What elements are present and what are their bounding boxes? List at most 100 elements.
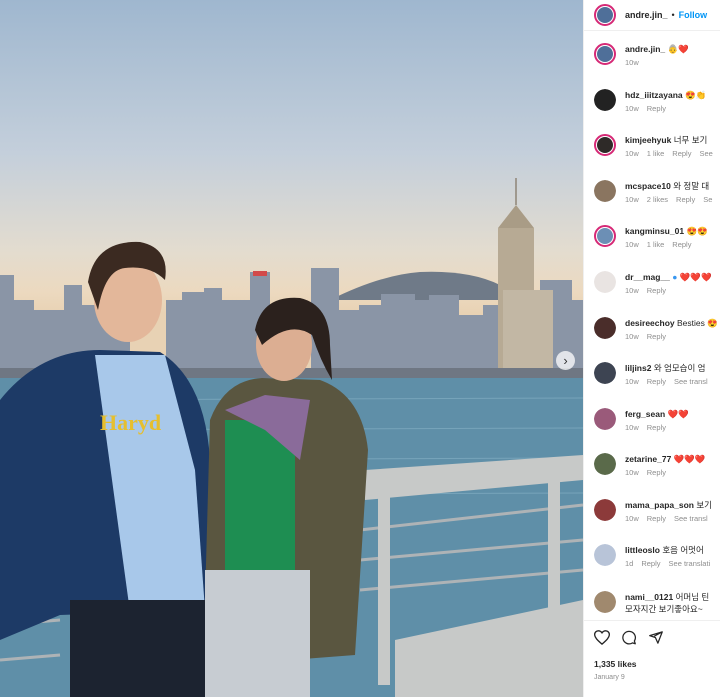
reply-button[interactable]: Reply	[672, 240, 691, 249]
like-count[interactable]: 1,335 likes	[594, 659, 637, 669]
comment-item: kangminsu_01 😍😍 10w 1 like Reply	[584, 225, 720, 250]
commenter-avatar[interactable]	[594, 362, 616, 384]
comment-text: 호음 어멋어	[662, 545, 704, 555]
commenter-avatar[interactable]	[594, 225, 616, 247]
comment-time: 10w	[625, 423, 639, 432]
comment-time: 10w	[625, 377, 639, 386]
post-header: andre.jin_ • Follow	[584, 0, 720, 31]
share-icon[interactable]	[648, 630, 664, 650]
comment-username[interactable]: nami__0121	[625, 592, 673, 602]
comment-item: nami__0121 어머님 틴 모자지간 보기좋아요~	[584, 591, 720, 615]
comment-item: zetarine_77 ❤️❤️❤️ 10w Reply	[584, 453, 720, 478]
comment-item: littleoslo 호음 어멋어 1d Reply See translati	[584, 544, 720, 569]
see-translation-link[interactable]: Se	[703, 195, 712, 204]
comment-username[interactable]: mcspace10	[625, 181, 671, 191]
comment-time: 10w	[625, 514, 639, 523]
caption-time: 10w	[625, 58, 639, 67]
follow-button[interactable]: Follow	[679, 10, 708, 20]
commenter-avatar[interactable]	[594, 544, 616, 566]
commenter-avatar[interactable]	[594, 134, 616, 156]
svg-text:Haryd: Haryd	[100, 410, 161, 435]
verified-badge-icon: ●	[672, 272, 678, 282]
separator-dot: •	[671, 10, 675, 20]
comment-text: 와 정말 대	[673, 181, 710, 191]
post-date: January 9	[594, 674, 625, 681]
comment-text: 😍👏	[685, 90, 707, 100]
comment-item: hdz_iiitzayana 😍👏 10w Reply	[584, 89, 720, 114]
comment-likes[interactable]: 1 like	[647, 149, 665, 158]
see-translation-link[interactable]: See	[699, 149, 712, 158]
commenter-avatar[interactable]	[594, 180, 616, 202]
comment-item: kimjeehyuk 너무 보기 10w 1 like Reply See	[584, 134, 720, 159]
reply-button[interactable]: Reply	[647, 332, 666, 341]
reply-button[interactable]: Reply	[647, 468, 666, 477]
author-username[interactable]: andre.jin_	[625, 10, 668, 20]
comment-username[interactable]: zetarine_77	[625, 454, 671, 464]
comment-text: 보기	[696, 500, 712, 510]
commenter-avatar[interactable]	[594, 591, 616, 613]
commenter-avatar[interactable]	[594, 89, 616, 111]
comment-time: 10w	[625, 104, 639, 113]
comment-time: 10w	[625, 149, 639, 158]
post-actions: 1,335 likes January 9	[584, 620, 720, 697]
comment-item: mama_papa_son 보기 10w Reply See transl	[584, 499, 720, 524]
commenter-avatar[interactable]	[594, 408, 616, 430]
comment-item: dr__mag__ ● ❤️❤️❤️ 10w Reply	[584, 271, 720, 296]
comment-item: ferg_sean ❤️❤️ 10w Reply	[584, 408, 720, 433]
commenter-avatar[interactable]	[594, 453, 616, 475]
next-photo-button[interactable]: ›	[556, 351, 575, 370]
comment-icon[interactable]	[621, 630, 637, 650]
comment-text: ❤️❤️	[667, 409, 689, 419]
reply-button[interactable]: Reply	[647, 286, 666, 295]
caption: andre.jin_ 👵❤️ 10w	[584, 43, 720, 68]
comment-text: 어머님 틴	[675, 592, 710, 602]
heart-icon[interactable]	[593, 630, 611, 650]
reply-button[interactable]: Reply	[641, 559, 660, 568]
comment-time: 10w	[625, 286, 639, 295]
comment-likes[interactable]: 2 likes	[647, 195, 668, 204]
comment-username[interactable]: littleoslo	[625, 545, 660, 555]
author-avatar[interactable]	[594, 4, 616, 26]
caption-avatar[interactable]	[594, 43, 616, 65]
reply-button[interactable]: Reply	[676, 195, 695, 204]
comment-time: 1d	[625, 559, 634, 568]
comment-text: 😍😍	[686, 226, 708, 236]
comment-username[interactable]: kangminsu_01	[625, 226, 684, 236]
reply-button[interactable]: Reply	[647, 423, 666, 432]
comment-time: 10w	[625, 468, 639, 477]
comment-time: 10w	[625, 240, 639, 249]
reply-button[interactable]: Reply	[647, 514, 666, 523]
comment-item: liljins2 와 엄모습이 엄 10w Reply See transl	[584, 362, 720, 387]
reply-button[interactable]: Reply	[647, 377, 666, 386]
caption-username[interactable]: andre.jin_	[625, 44, 665, 54]
see-translation-link[interactable]: See transl	[674, 377, 708, 386]
comments-panel: andre.jin_ • Follow andre.jin_ 👵❤️ 10w h…	[583, 0, 720, 697]
comment-text: ❤️❤️❤️	[679, 272, 712, 282]
comment-username[interactable]: ferg_sean	[625, 409, 665, 419]
comment-username[interactable]: liljins2	[625, 363, 651, 373]
comment-likes[interactable]: 1 like	[647, 240, 665, 249]
comment-text-continued: 모자지간 보기좋아요~	[625, 604, 703, 614]
caption-text: 👵❤️	[667, 44, 689, 54]
post-photo: Haryd ›	[0, 0, 583, 697]
commenter-avatar[interactable]	[594, 499, 616, 521]
comment-username[interactable]: hdz_iiitzayana	[625, 90, 683, 100]
see-translation-link[interactable]: See translati	[669, 559, 711, 568]
see-translation-link[interactable]: See transl	[674, 514, 708, 523]
commenter-avatar[interactable]	[594, 317, 616, 339]
commenter-avatar[interactable]	[594, 271, 616, 293]
comment-username[interactable]: dr__mag__	[625, 272, 670, 282]
comment-text: Besties 😍	[677, 318, 718, 328]
reply-button[interactable]: Reply	[672, 149, 691, 158]
photo-scene: Haryd	[0, 178, 583, 697]
comment-time: 10w	[625, 195, 639, 204]
comment-item: desireechoy Besties 😍 10w Reply	[584, 317, 720, 342]
comment-text: ❤️❤️❤️	[673, 454, 706, 464]
comment-username[interactable]: desireechoy	[625, 318, 675, 328]
reply-button[interactable]: Reply	[647, 104, 666, 113]
comment-text: 너무 보기	[673, 135, 708, 145]
comment-time: 10w	[625, 332, 639, 341]
comment-text: 와 엄모습이 엄	[653, 363, 706, 373]
comment-username[interactable]: mama_papa_son	[625, 500, 694, 510]
comment-username[interactable]: kimjeehyuk	[625, 135, 671, 145]
